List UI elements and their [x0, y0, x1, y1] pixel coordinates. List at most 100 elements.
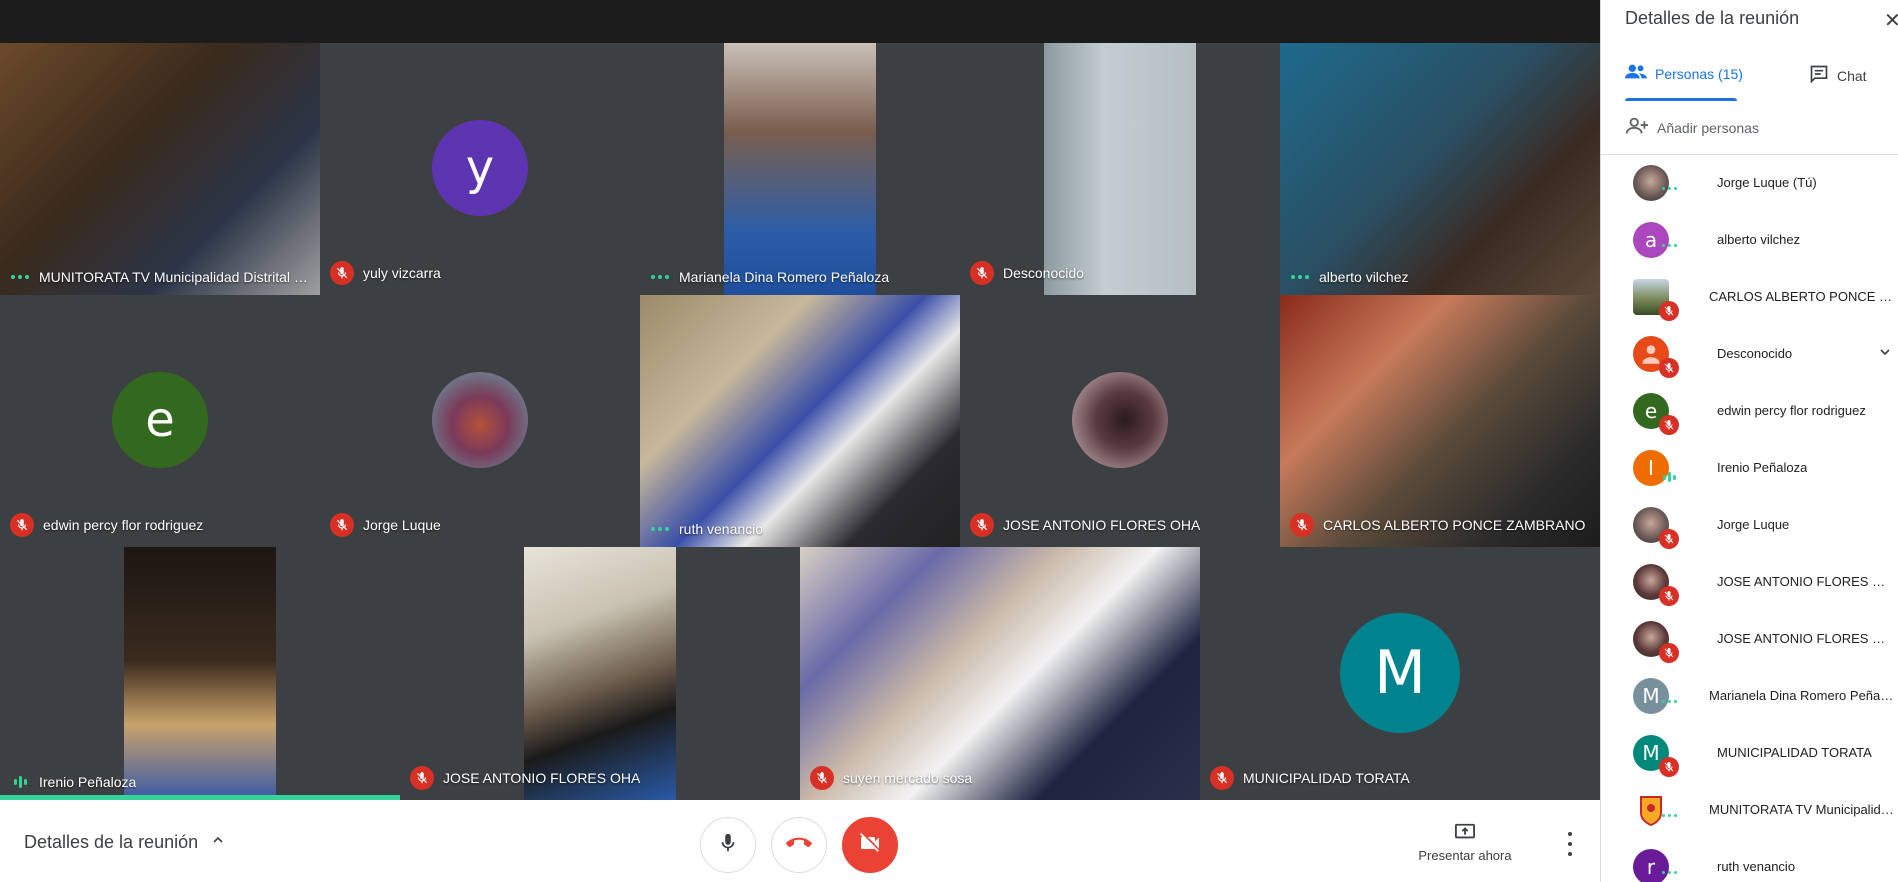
video-tile[interactable]: Jorge Luque [320, 295, 640, 547]
people-icon [1625, 64, 1647, 83]
tab-people-label: Personas (15) [1655, 65, 1743, 82]
participant-avatar: M [1633, 678, 1669, 714]
active-tab-indicator [1625, 98, 1737, 101]
participant-status [1659, 586, 1679, 606]
mic-off-icon [410, 766, 434, 790]
camera-off-button[interactable] [842, 817, 898, 873]
participant-status [1659, 757, 1679, 777]
video-tile[interactable]: y yuly vizcarra [320, 43, 640, 295]
participant-row[interactable]: e edwin percy flor rodriguez [1601, 383, 1898, 440]
participant-row[interactable]: MUNITORATA TV Municipalida... [1601, 782, 1898, 839]
participant-name: Irenio Peñaloza [1717, 460, 1808, 475]
mic-off-icon [10, 513, 34, 537]
top-bar [0, 0, 1600, 43]
meeting-details-label: Detalles de la reunión [24, 832, 199, 852]
end-call-button[interactable] [771, 817, 827, 873]
microphone-button[interactable] [700, 817, 756, 873]
participant-row[interactable]: r ruth venancio [1601, 839, 1898, 882]
tab-chat[interactable]: Chat [1809, 64, 1867, 87]
participant-name: ruth venancio [1717, 859, 1796, 874]
mic-off-icon [1659, 358, 1679, 378]
video-tile[interactable]: Desconocido [960, 43, 1280, 295]
speaking-indicator-icon [1659, 472, 1679, 482]
participant-row[interactable]: M MUNICIPALIDAD TORATA [1601, 725, 1898, 782]
close-icon[interactable]: ✕ [1884, 8, 1898, 33]
present-screen-icon [1400, 822, 1530, 842]
present-now-button[interactable]: Presentar ahora [1400, 822, 1530, 863]
participant-row[interactable]: Desconocido [1601, 326, 1898, 383]
video-off-icon [858, 831, 882, 860]
add-people-button[interactable]: Añadir personas [1625, 117, 1759, 138]
participant-name: CARLOS ALBERTO PONCE ZA... [1709, 289, 1895, 304]
video-tile[interactable]: Marianela Dina Romero Peñaloza [640, 43, 960, 295]
participant-name: Jorge Luque (Tú) [1717, 175, 1817, 190]
participant-avatar: r [1633, 849, 1669, 882]
video-tile[interactable]: Irenio Peñaloza [0, 547, 400, 800]
mic-off-icon [330, 261, 354, 285]
participant-name: MUNICIPALIDAD TORATA [1243, 770, 1410, 786]
video-tile[interactable]: suyen mercado sosa [800, 547, 1200, 800]
participant-status [1659, 415, 1679, 435]
present-now-label: Presentar ahora [1418, 848, 1512, 863]
hang-up-icon [785, 830, 812, 861]
video-tile[interactable]: ruth venancio [640, 295, 960, 547]
video-tile[interactable]: JOSE ANTONIO FLORES OHA [960, 295, 1280, 547]
participant-avatar [1633, 792, 1669, 828]
participant-row[interactable]: Jorge Luque [1601, 497, 1898, 554]
participant-name: suyen mercado sosa [843, 770, 973, 786]
video-stage: MUNITORATA TV Municipalidad Distrital d.… [0, 0, 1600, 800]
speaking-indicator-icon [10, 776, 30, 788]
meeting-details-button[interactable]: Detalles de la reunión [24, 832, 226, 853]
participant-name: JOSE ANTONIO FLORES OHA [1717, 574, 1895, 589]
participant-name: ruth venancio [679, 521, 764, 537]
mic-off-icon [970, 261, 994, 285]
participant-row[interactable]: CARLOS ALBERTO PONCE ZA... [1601, 269, 1898, 326]
chat-icon [1809, 64, 1829, 87]
video-tile[interactable]: CARLOS ALBERTO PONCE ZAMBRANO [1280, 295, 1600, 547]
microphone-icon [717, 832, 739, 859]
more-options-icon[interactable] [1562, 832, 1578, 856]
speaking-dots-icon [10, 275, 30, 279]
participant-status [1659, 472, 1679, 482]
participant-status [1659, 244, 1679, 247]
speaking-dots-icon [1290, 275, 1310, 279]
video-tile[interactable]: MUNITORATA TV Municipalidad Distrital d.… [0, 43, 320, 295]
participant-status [1659, 814, 1679, 817]
video-tile[interactable]: M MUNICIPALIDAD TORATA [1200, 547, 1600, 800]
participant-row[interactable]: M Marianela Dina Romero Peñalo... [1601, 668, 1898, 725]
speaking-dots-icon [1659, 814, 1679, 817]
participant-avatar: y [432, 120, 528, 216]
participant-row[interactable]: I Irenio Peñaloza [1601, 440, 1898, 497]
participant-row[interactable]: a alberto vilchez [1601, 212, 1898, 269]
mic-off-icon [1290, 513, 1314, 537]
mic-off-icon [1659, 643, 1679, 663]
participant-name: JOSE ANTONIO FLORES OHA [443, 770, 641, 786]
speaking-dots-icon [650, 527, 670, 531]
mic-off-icon [330, 513, 354, 537]
mic-off-icon [970, 513, 994, 537]
chevron-down-icon[interactable] [1877, 344, 1893, 365]
mic-off-icon [1659, 529, 1679, 549]
participant-status [1659, 301, 1679, 321]
video-tile[interactable]: alberto vilchez [1280, 43, 1600, 295]
participant-name: edwin percy flor rodriguez [43, 517, 204, 533]
video-tile[interactable]: e edwin percy flor rodriguez [0, 295, 320, 547]
speaking-dots-icon [1659, 871, 1679, 874]
meeting-details-panel: Detalles de la reunión ✕ Personas (15) C… [1600, 0, 1898, 882]
participant-status [1659, 871, 1679, 874]
participant-name: edwin percy flor rodriguez [1717, 403, 1866, 418]
tab-people[interactable]: Personas (15) [1625, 64, 1743, 83]
participant-status [1659, 358, 1679, 378]
participant-row[interactable]: Jorge Luque (Tú) [1601, 155, 1898, 212]
video-tile[interactable]: JOSE ANTONIO FLORES OHA [400, 547, 800, 800]
participant-avatar: M [1340, 613, 1460, 733]
add-person-icon [1625, 117, 1649, 138]
participant-list: Jorge Luque (Tú) a alberto vilchez CARLOS A… [1601, 155, 1898, 882]
mic-off-icon [1659, 586, 1679, 606]
participant-name: alberto vilchez [1319, 269, 1409, 285]
chevron-up-icon [210, 832, 226, 853]
participant-avatar: e [112, 372, 208, 468]
participant-name: MUNICIPALIDAD TORATA [1717, 745, 1872, 760]
participant-row[interactable]: JOSE ANTONIO FLORES OHA [1601, 554, 1898, 611]
participant-row[interactable]: JOSE ANTONIO FLORES OHA [1601, 611, 1898, 668]
